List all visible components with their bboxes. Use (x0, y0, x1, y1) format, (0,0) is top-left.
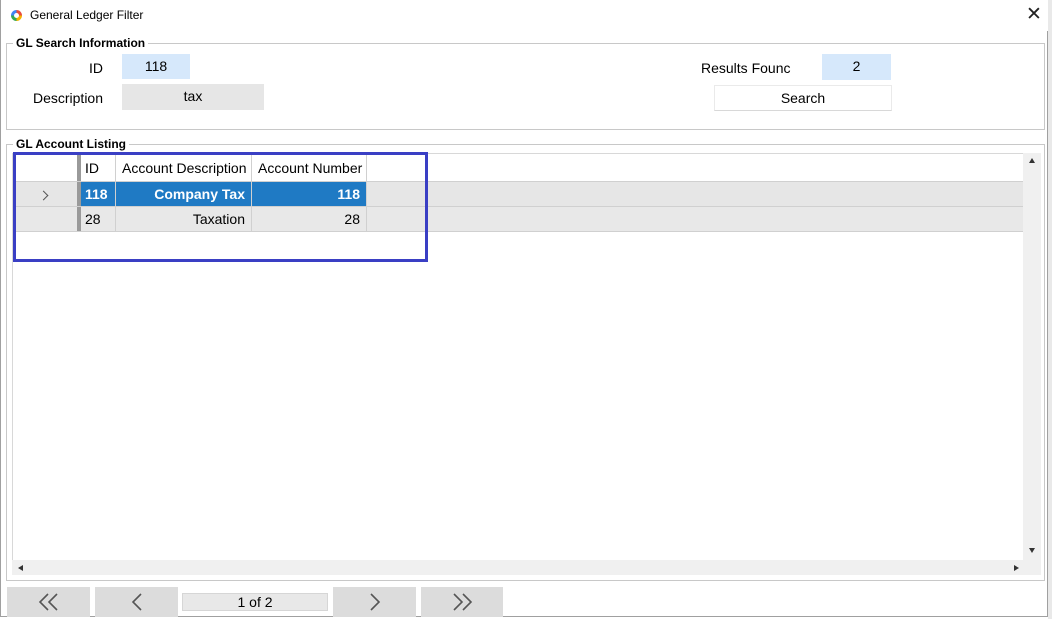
cell-account-number[interactable]: 118 (251, 182, 367, 206)
description-label: Description (32, 90, 103, 106)
cell-account-number[interactable]: 28 (251, 207, 367, 231)
double-chevron-right-icon (453, 593, 473, 611)
scrollbar-corner (1023, 560, 1041, 575)
row-indicator-header (13, 154, 77, 181)
grid-header-row: ID Account Description Account Number (13, 154, 1023, 182)
column-header-account-number[interactable]: Account Number (251, 154, 367, 181)
double-chevron-left-icon (38, 593, 58, 611)
gl-search-information-legend: GL Search Information (16, 36, 146, 50)
results-found-value: 2 (822, 54, 891, 80)
column-header-account-description[interactable]: Account Description (115, 154, 251, 181)
close-icon[interactable]: ✕ (1021, 3, 1047, 27)
background-window-edge (1048, 0, 1052, 619)
chevron-left-icon (131, 593, 142, 611)
description-input[interactable]: tax (122, 84, 264, 110)
scroll-right-icon[interactable] (1014, 565, 1019, 571)
cell-id[interactable]: 118 (77, 182, 115, 206)
previous-page-button[interactable] (95, 587, 178, 617)
column-header-id[interactable]: ID (77, 154, 115, 181)
row-indicator (13, 207, 77, 231)
gl-account-grid: ID Account Description Account Number 11… (12, 153, 1023, 560)
results-found-label: Results Founc (701, 60, 791, 76)
scroll-up-icon[interactable] (1029, 158, 1035, 163)
first-page-button[interactable] (7, 587, 90, 617)
next-page-button[interactable] (333, 587, 416, 617)
gl-search-information-group: GL Search Information (6, 36, 1045, 130)
cell-account-description[interactable]: Taxation (115, 207, 251, 231)
title-bar: General Ledger Filter ✕ (1, 0, 1049, 31)
table-row[interactable]: 28 Taxation 28 (13, 207, 1023, 232)
scroll-down-icon[interactable] (1029, 548, 1035, 553)
horizontal-scrollbar[interactable] (12, 560, 1023, 575)
gl-account-listing-legend: GL Account Listing (16, 137, 126, 151)
vertical-scrollbar[interactable] (1023, 153, 1041, 560)
app-logo-icon (11, 10, 22, 21)
cell-id[interactable]: 28 (77, 207, 115, 231)
scroll-left-icon[interactable] (18, 565, 23, 571)
window-title: General Ledger Filter (30, 8, 144, 22)
page-indicator: 1 of 2 (182, 593, 328, 611)
id-input[interactable]: 118 (122, 54, 190, 79)
last-page-button[interactable] (421, 587, 503, 617)
chevron-right-icon (38, 190, 48, 201)
cell-account-description[interactable]: Company Tax (115, 182, 251, 206)
search-button[interactable]: Search (714, 85, 892, 111)
chevron-right-icon (369, 593, 380, 611)
table-row[interactable]: 118 Company Tax 118 (13, 182, 1023, 207)
id-label: ID (89, 60, 103, 76)
general-ledger-filter-window: General Ledger Filter ✕ GL Search Inform… (0, 0, 1049, 617)
row-indicator (13, 182, 77, 206)
